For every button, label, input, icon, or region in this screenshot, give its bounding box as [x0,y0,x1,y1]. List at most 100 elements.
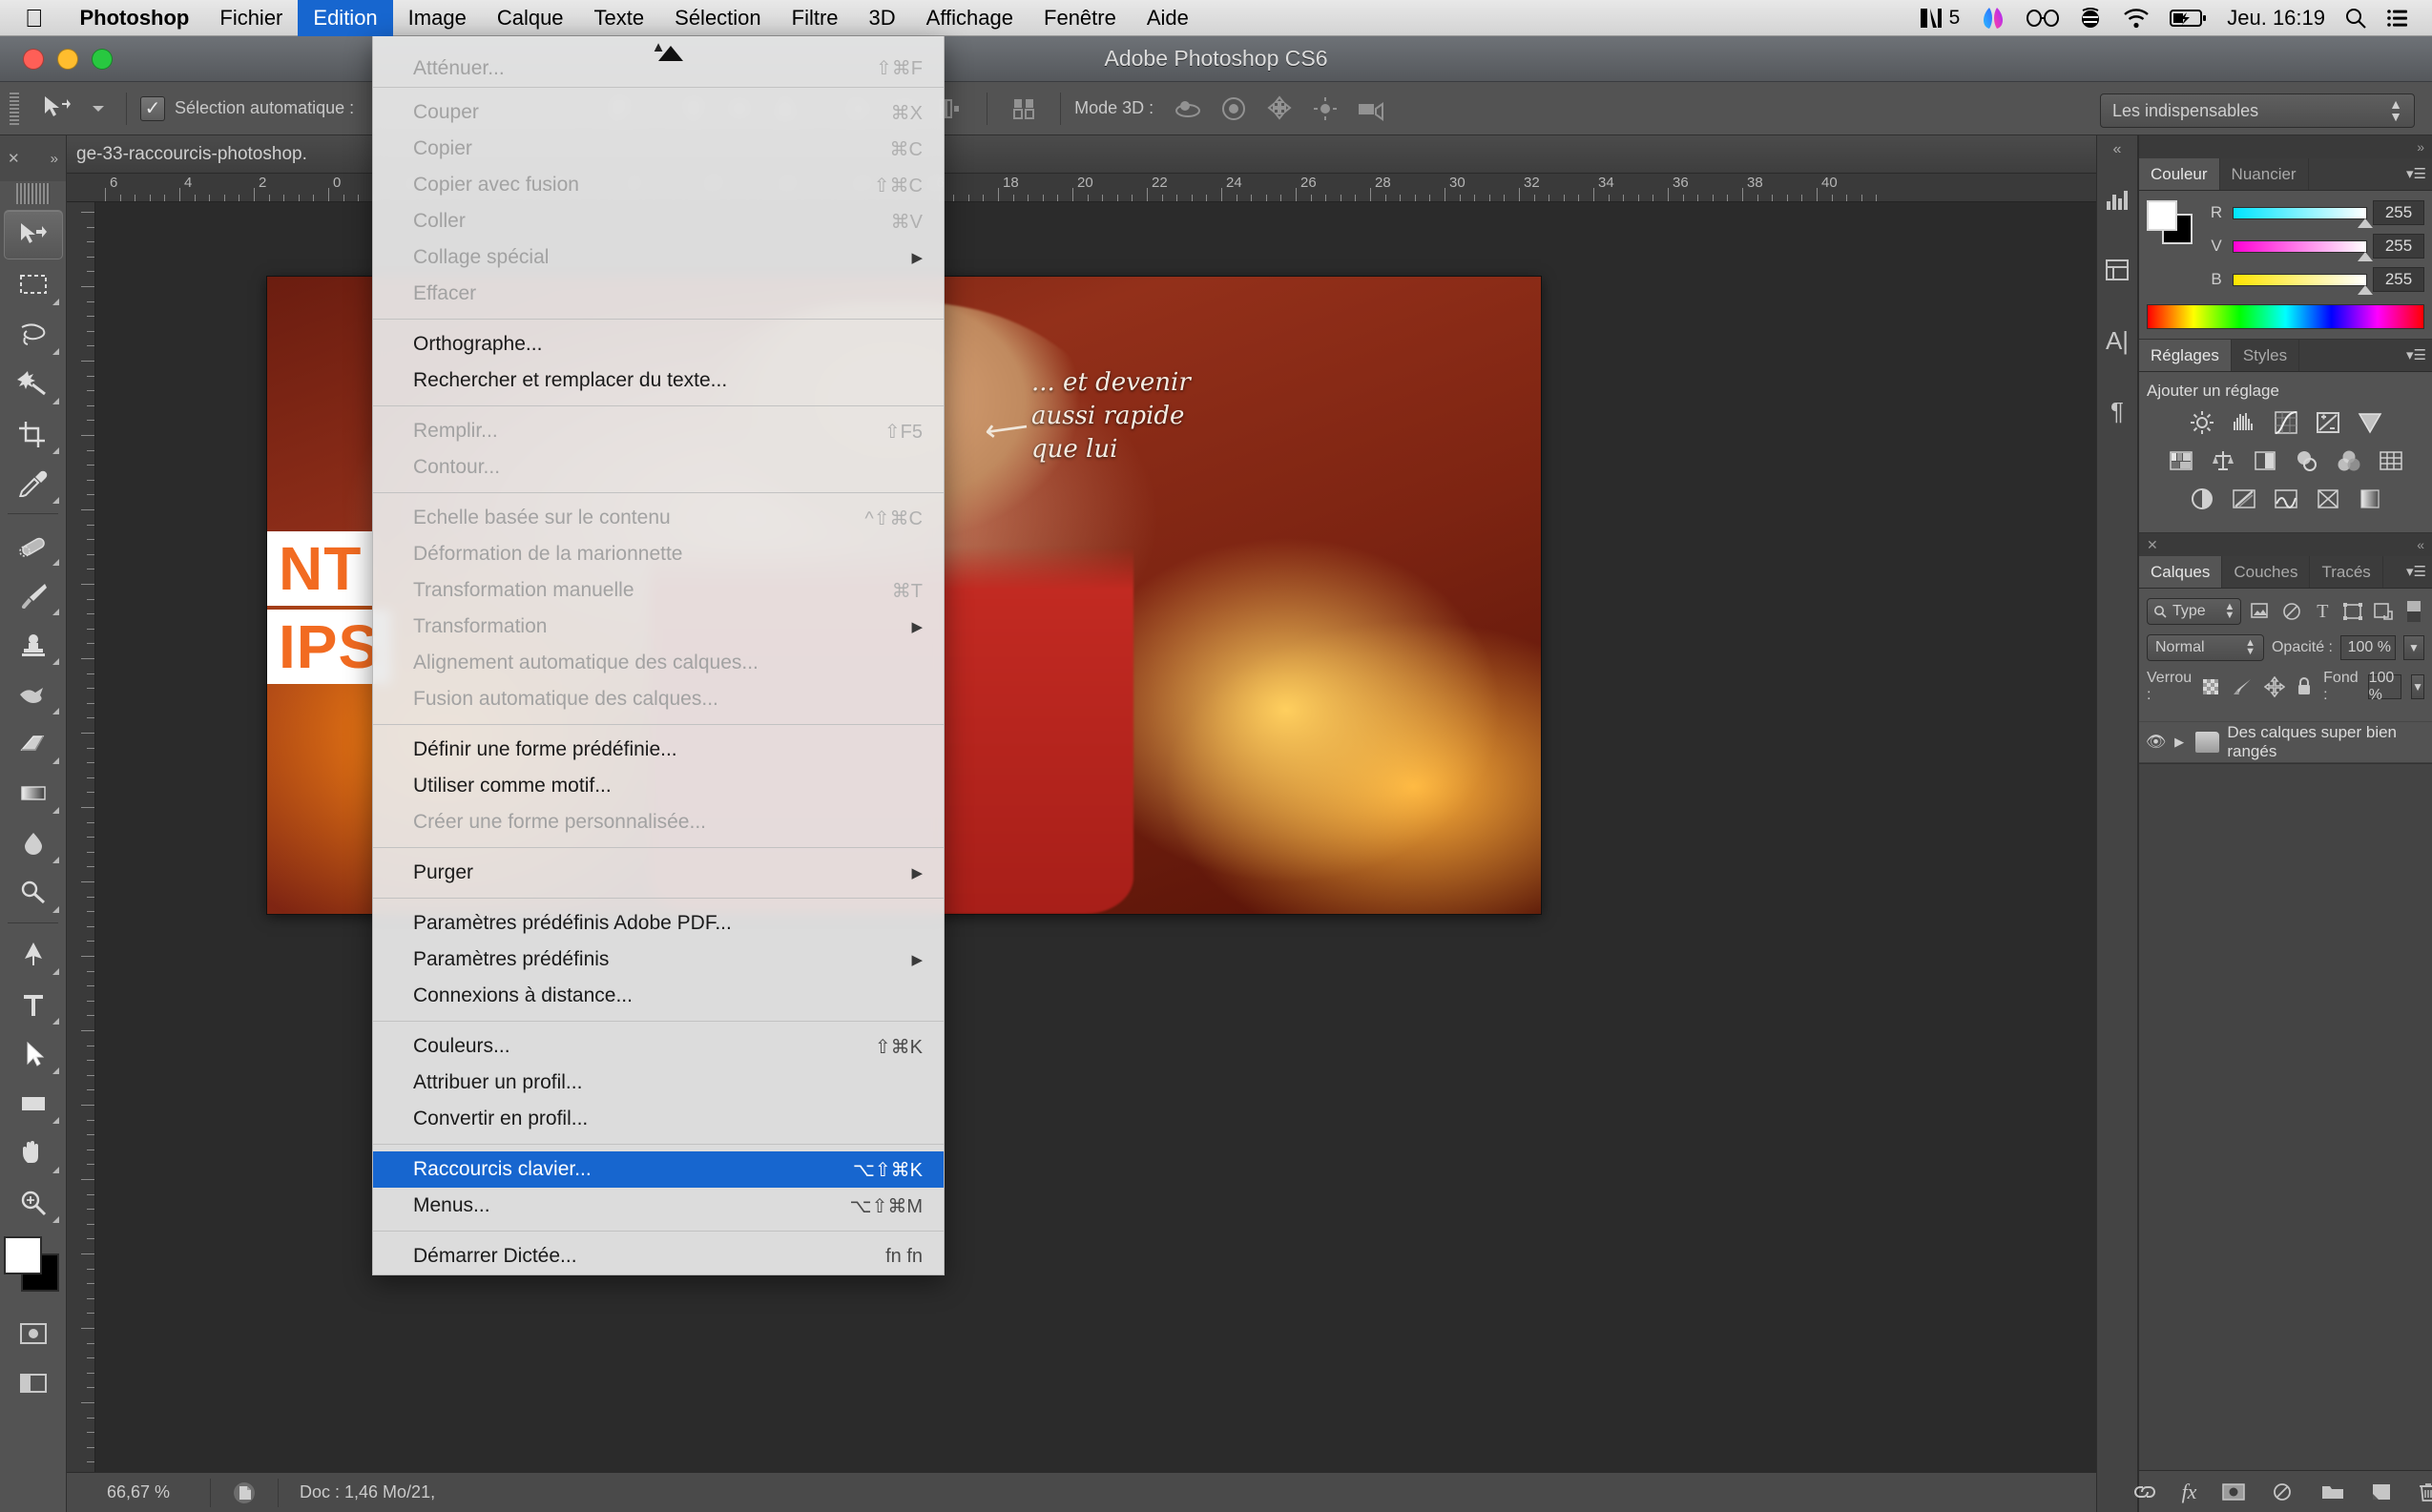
clone-stamp-tool[interactable] [4,619,63,669]
3d-roll-icon[interactable] [1211,90,1257,128]
auto-select-checkbox[interactable]: ✓ [140,95,165,121]
invert-icon[interactable] [2188,485,2216,513]
menu-item-couleurs[interactable]: Couleurs... ⇧⌘K [373,1028,944,1065]
blend-mode-select[interactable]: Normal ▲ ▼ [2147,634,2264,661]
new-layer-icon[interactable] [2370,1482,2393,1502]
filter-shape-icon[interactable] [2342,599,2363,624]
color-slider-v[interactable]: V 255 [2206,234,2424,261]
notification-center-icon[interactable] [2386,8,2409,29]
fill-stepper[interactable]: ▼ [2411,674,2424,699]
color-slider-value[interactable]: 255 [2373,200,2424,225]
move-tool-icon[interactable] [32,90,84,128]
selective-color-icon[interactable] [2314,485,2342,513]
channel-mixer-icon[interactable] [2335,446,2363,475]
character-icon[interactable]: A| [2097,305,2137,376]
color-slider-thumb[interactable] [2358,284,2373,295]
fill-value[interactable]: 100 % [2367,670,2402,703]
histogram-icon[interactable] [2097,164,2137,235]
menubar-item-affichage[interactable]: Affichage [911,0,1029,36]
color-slider-track[interactable] [2233,206,2373,228]
new-adjustment-layer-icon[interactable] [2271,1482,2296,1502]
brightness-contrast-icon[interactable] [2188,408,2216,437]
menubar-item-photoshop[interactable]: Photoshop [65,0,205,36]
edition-dropdown-menu[interactable]: ▲ Atténuer... ⇧⌘F Couper ⌘X Copier ⌘C Copier a… [372,36,945,1275]
menu-item-raccourcis-clavier[interactable]: Raccourcis clavier... ⌥⇧⌘K [373,1151,944,1188]
levels-icon[interactable] [2230,408,2258,437]
menu-item-connexions-distance[interactable]: Connexions à distance... [373,978,944,1014]
filter-toggle-icon[interactable] [2403,599,2424,624]
posterize-icon[interactable] [2230,485,2258,513]
menu-item-menus[interactable]: Menus... ⌥⇧⌘M [373,1188,944,1224]
hand-tool[interactable] [4,1128,63,1177]
glasses-icon[interactable] [2027,9,2060,28]
layer-row[interactable]: 👁 ▶ Des calques super bien rangés [2139,721,2432,763]
3d-rotate-icon[interactable] [1165,90,1211,128]
menubar-item-3d[interactable]: 3D [854,0,911,36]
tab-styles[interactable]: Styles [2232,340,2300,371]
type-tool[interactable] [4,979,63,1028]
menubar-item-aide[interactable]: Aide [1132,0,1204,36]
menu-item-copier[interactable]: Copier ⌘C [373,131,944,167]
rectangular-marquee-tool[interactable] [4,259,63,309]
paragraph-icon[interactable]: ¶ [2097,376,2137,446]
opacity-stepper[interactable]: ▼ [2403,635,2424,660]
layer-mask-icon[interactable] [2221,1482,2246,1502]
exposure-icon[interactable] [2314,408,2342,437]
color-lookup-icon[interactable] [2377,446,2405,475]
chevron-down-icon[interactable] [84,90,113,128]
gradient-map-icon[interactable] [2356,485,2384,513]
panel-menu-icon[interactable]: ▾☰ [2406,563,2426,580]
menu-item-cr-er-une-forme-personnalis-e[interactable]: Créer une forme personnalisée... [373,804,944,840]
black-white-icon[interactable] [2251,446,2279,475]
panel-menu-icon[interactable]: ▾☰ [2406,165,2426,182]
document-thumbnail-button[interactable] [211,1481,278,1505]
color-slider-value[interactable]: 255 [2373,267,2424,292]
menubar-item-fen-tre[interactable]: Fenêtre [1029,0,1132,36]
menu-item-purger[interactable]: Purger ▶ [373,855,944,891]
menu-item-transformation-manuelle[interactable]: Transformation manuelle ⌘T [373,572,944,609]
color-slider-thumb[interactable] [2358,251,2373,261]
menu-item-effacer[interactable]: Effacer [373,276,944,312]
menu-item-param-tres-pr-d-finis-adobe-pdf[interactable]: Paramètres prédéfinis Adobe PDF... [373,905,944,942]
options-bar-grip[interactable] [10,92,19,125]
filter-adjustment-icon[interactable] [2281,599,2302,624]
close-icon[interactable]: ✕ [2147,537,2158,553]
menu-item-utiliser-comme-motif[interactable]: Utiliser comme motif... [373,768,944,804]
threshold-icon[interactable] [2272,485,2300,513]
menu-item-orthographe[interactable]: Orthographe... [373,326,944,362]
distribute-spacing-icon[interactable] [1001,90,1047,128]
move-tool[interactable] [3,210,63,259]
tab-traces[interactable]: Tracés [2310,556,2383,588]
hue-saturation-icon[interactable] [2167,446,2195,475]
color-swatches[interactable] [2147,200,2196,244]
foreground-color-chip[interactable] [2147,200,2177,231]
menu-item-rechercher-et-remplacer-du-texte[interactable]: Rechercher et remplacer du texte... [373,362,944,399]
eraser-tool[interactable] [4,718,63,768]
color-slider-track[interactable] [2233,273,2373,295]
layer-filter-type-select[interactable]: Type ▲ ▼ [2147,598,2242,625]
history-brush-tool[interactable] [4,669,63,718]
lock-position-icon[interactable] [2264,676,2286,697]
color-slider-thumb[interactable] [2358,217,2373,228]
tab-reglages[interactable]: Réglages [2139,340,2232,371]
menu-item-couper[interactable]: Couper ⌘X [373,94,944,131]
document-info[interactable]: Doc : 1,46 Mo/21, [279,1482,435,1502]
3d-camera-icon[interactable] [1348,90,1394,128]
crop-tool[interactable] [4,408,63,458]
toolbox-grip[interactable] [15,183,51,204]
delete-layer-icon[interactable] [2418,1481,2432,1502]
eyedropper-tool[interactable] [4,458,63,507]
double-chevron-left-icon[interactable]: « [2417,537,2424,552]
gradient-tool[interactable] [4,768,63,818]
rectangle-tool[interactable] [4,1078,63,1128]
menu-item-fusion-automatique-des-calques[interactable]: Fusion automatique des calques... [373,681,944,717]
lock-all-icon[interactable] [2295,676,2314,697]
tab-calques[interactable]: Calques [2139,556,2223,588]
menubar-item-image[interactable]: Image [393,0,482,36]
curves-icon[interactable] [2272,408,2300,437]
filter-pixel-icon[interactable] [2251,599,2272,624]
menubar-item-edition[interactable]: Edition [298,0,393,36]
search-icon[interactable] [2344,7,2367,30]
menu-item-coller[interactable]: Coller ⌘V [373,203,944,239]
menubar-item-fichier[interactable]: Fichier [204,0,298,36]
